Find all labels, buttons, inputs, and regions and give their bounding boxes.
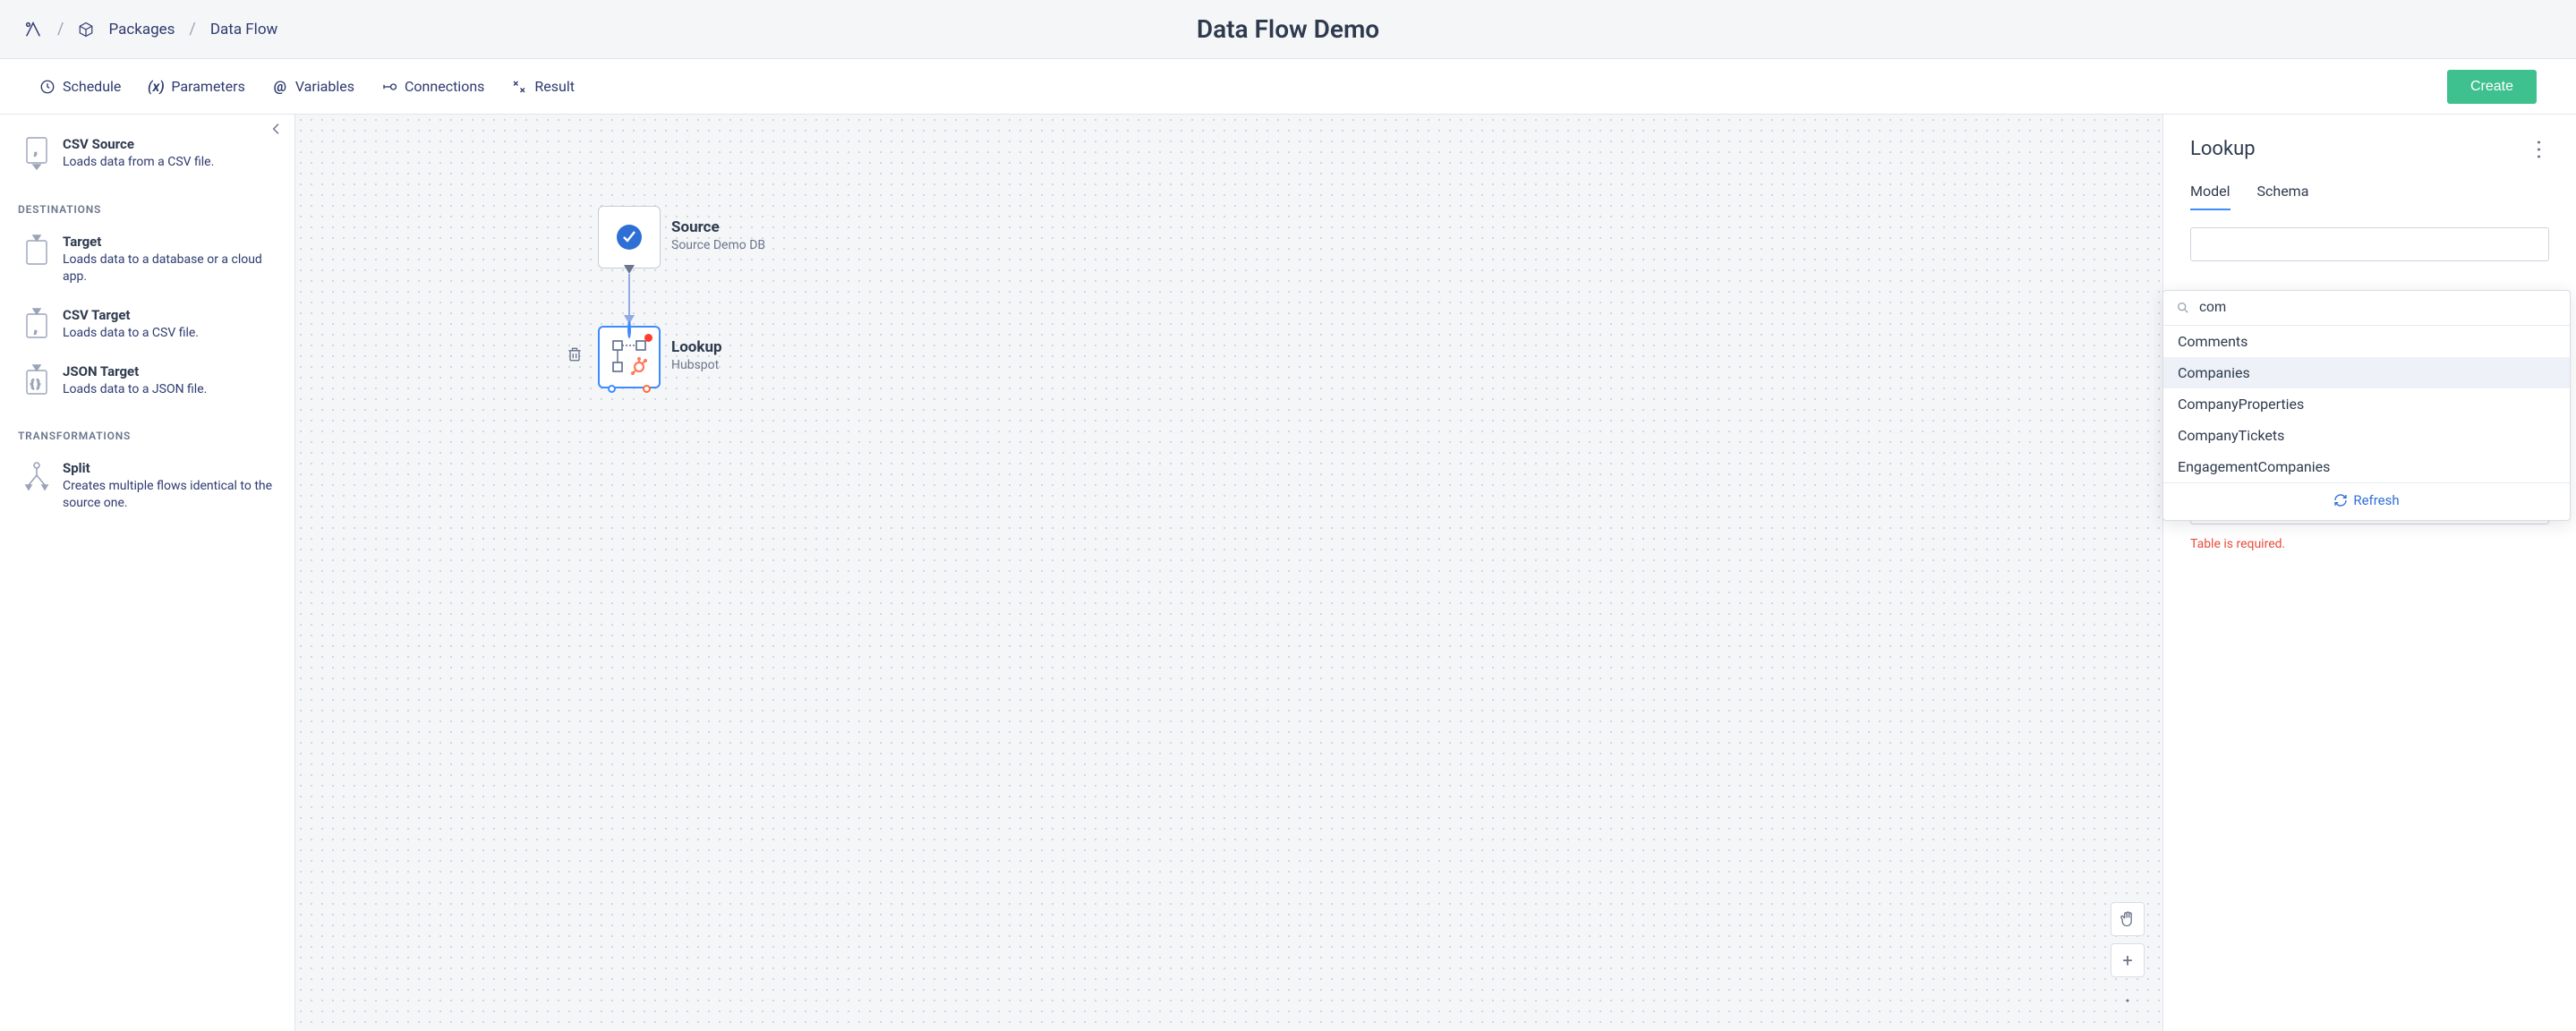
tab-model[interactable]: Model [2190, 183, 2231, 210]
autocomplete-dropdown[interactable]: CommentsCompaniesCompanyPropertiesCompan… [2162, 290, 2571, 521]
page-title: Data Flow Demo [1197, 14, 1379, 44]
dropdown-refresh-label: Refresh [2353, 492, 2399, 508]
connections-icon [381, 79, 397, 95]
dropdown-search [2163, 291, 2570, 326]
node-lookup-box[interactable] [598, 326, 661, 388]
node-lookup-title: Lookup [671, 338, 722, 356]
palette-section-destinations: DESTINATIONS [0, 182, 294, 223]
node-source[interactable]: Source Source Demo DB [598, 206, 765, 268]
toolbar-parameters[interactable]: (x) Parameters [148, 78, 244, 95]
breadcrumb: / Packages / Data Flow [23, 20, 277, 39]
palette-item-title: Split [63, 460, 277, 476]
toolbar: Schedule (x) Parameters @ Variables Conn… [0, 59, 2576, 115]
component-palette[interactable]: , CSV Source Loads data from a CSV file.… [0, 115, 295, 1031]
parameters-icon: (x) [148, 79, 164, 95]
svg-text:,: , [34, 143, 37, 158]
node-source-title: Source [671, 218, 765, 236]
breadcrumb-separator: / [57, 20, 64, 38]
delete-node-icon[interactable] [566, 345, 584, 363]
cube-icon [78, 21, 94, 38]
port-bottom-right-icon[interactable] [643, 385, 651, 393]
zoom-in-icon[interactable]: + [2111, 943, 2145, 977]
flow-canvas[interactable]: Source Source Demo DB [295, 115, 2162, 1031]
toolbar-schedule[interactable]: Schedule [39, 78, 121, 95]
palette-item-desc: Loads data to a CSV file. [63, 325, 199, 342]
clock-icon [39, 79, 55, 95]
palette-item-desc: Loads data to a database or a cloud app. [63, 251, 277, 285]
dropdown-item[interactable]: CompanyTickets [2163, 420, 2570, 451]
palette-csv-target[interactable]: , CSV Target Loads data to a CSV file. [0, 296, 294, 353]
breadcrumb-separator: / [189, 20, 195, 38]
canvas-wrap: Source Source Demo DB [295, 115, 2162, 1031]
palette-json-target[interactable]: { } JSON Target Loads data to a JSON fil… [0, 353, 294, 409]
breadcrumb-current[interactable]: Data Flow [210, 21, 277, 38]
collapse-palette-icon[interactable] [269, 122, 284, 136]
palette-csv-source[interactable]: , CSV Source Loads data from a CSV file. [0, 125, 294, 182]
palette-item-title: CSV Target [63, 307, 199, 323]
dropdown-item[interactable]: Companies [2163, 357, 2570, 388]
palette-item-desc: Creates multiple flows identical to the … [63, 478, 277, 512]
table-error: Table is required. [2190, 537, 2549, 551]
breadcrumb-packages[interactable]: Packages [108, 21, 175, 38]
toolbar-result-label: Result [534, 78, 575, 95]
dropdown-search-input[interactable] [2199, 300, 2557, 316]
svg-text:,: , [34, 321, 37, 336]
port-bottom-left-icon[interactable] [608, 385, 616, 393]
csv-source-icon: , [23, 136, 50, 168]
toolbar-result[interactable]: Result [511, 78, 575, 95]
csv-target-icon: , [23, 307, 50, 339]
workspace: , CSV Source Loads data from a CSV file.… [0, 115, 2576, 1031]
toolbar-schedule-label: Schedule [63, 78, 121, 95]
palette-target[interactable]: Target Loads data to a database or a clo… [0, 223, 294, 296]
palette-item-desc: Loads data to a JSON file. [63, 381, 207, 398]
palette-item-title: Target [63, 234, 277, 250]
node-lookup-subtitle: Hubspot [671, 358, 722, 372]
toolbar-variables-label: Variables [295, 78, 354, 95]
palette-item-title: JSON Target [63, 363, 207, 379]
dropdown-item[interactable]: Comments [2163, 326, 2570, 357]
pan-tool-icon[interactable] [2111, 902, 2145, 936]
svg-text:{ }: { } [30, 378, 40, 390]
node-source-box[interactable] [598, 206, 661, 268]
properties-panel: Lookup ⋯ Model Schema Connection* Table … [2162, 115, 2576, 1031]
canvas-tools: + · [2111, 902, 2145, 1018]
refresh-icon [2333, 493, 2348, 507]
target-icon [23, 234, 50, 266]
tab-schema[interactable]: Schema [2257, 183, 2309, 210]
palette-split[interactable]: Split Creates multiple flows identical t… [0, 449, 294, 523]
model-name-input[interactable] [2190, 227, 2549, 261]
palette-item-desc: Loads data from a CSV file. [63, 154, 214, 171]
connector-line [628, 274, 630, 319]
result-icon [511, 79, 527, 95]
palette-section-transformations: TRANSFORMATIONS [0, 408, 294, 449]
properties-tabs: Model Schema [2190, 183, 2549, 211]
palette-item-title: CSV Source [63, 136, 214, 152]
error-status-icon [644, 334, 653, 342]
dropdown-item[interactable]: CompanyProperties [2163, 388, 2570, 420]
node-lookup[interactable]: Lookup Hubspot [598, 326, 722, 388]
toolbar-variables[interactable]: @ Variables [272, 78, 354, 95]
dropdown-refresh[interactable]: Refresh [2163, 482, 2570, 520]
topbar: / Packages / Data Flow Data Flow Demo [0, 0, 2576, 59]
port-bottom-icon[interactable] [624, 265, 635, 274]
toolbar-connections[interactable]: Connections [381, 78, 484, 95]
create-button[interactable]: Create [2447, 70, 2537, 104]
port-top-icon[interactable] [627, 320, 631, 338]
json-target-icon: { } [23, 363, 50, 396]
zoom-menu-icon[interactable]: · [2111, 984, 2145, 1018]
dropdown-item[interactable]: EngagementCompanies [2163, 451, 2570, 482]
home-icon[interactable] [23, 20, 43, 39]
toolbar-parameters-label: Parameters [171, 78, 244, 95]
kebab-menu-icon[interactable]: ⋯ [2527, 139, 2552, 158]
properties-title: Lookup [2190, 138, 2256, 160]
split-icon [23, 460, 50, 492]
toolbar-connections-label: Connections [405, 78, 484, 95]
variables-icon: @ [272, 79, 288, 95]
node-source-subtitle: Source Demo DB [671, 238, 765, 252]
search-icon [2176, 301, 2190, 315]
